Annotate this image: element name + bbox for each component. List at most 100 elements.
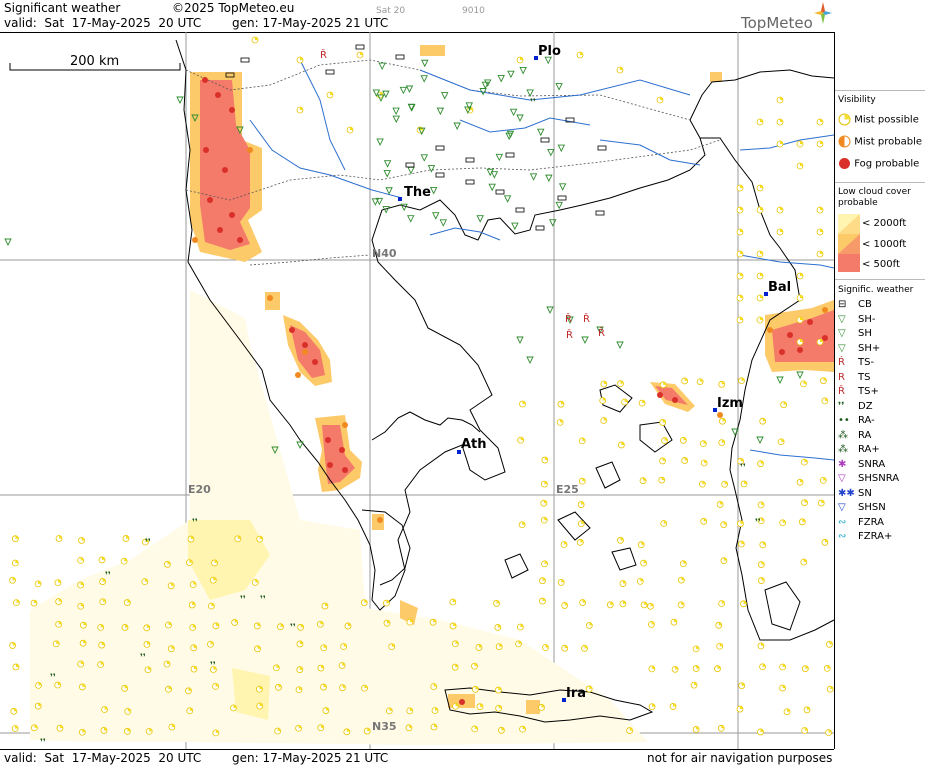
- shower-symbol: [537, 128, 545, 137]
- mist-symbol: [659, 419, 667, 426]
- mist-symbol: [560, 541, 568, 548]
- legend-sigwx-item: R TS: [838, 372, 870, 384]
- mist-symbol: [515, 640, 522, 648]
- mist-symbol: [30, 599, 38, 607]
- legend-fog-probable: Fog probable: [838, 157, 919, 171]
- legend-label: SH: [858, 328, 872, 339]
- mist-symbol: [360, 599, 368, 607]
- mist-symbol: [576, 51, 584, 59]
- shower-symbol: [526, 89, 534, 97]
- mist-symbol: [406, 707, 414, 715]
- mist-symbol: [452, 702, 459, 710]
- mist-symbol: [796, 272, 804, 280]
- mist-symbol: [783, 708, 791, 716]
- shower-symbol: [427, 165, 436, 173]
- mist-symbol: [736, 206, 744, 214]
- mist-symbol: [539, 597, 546, 605]
- mist-probable-symbol: [295, 372, 301, 378]
- mist-symbol: [78, 537, 85, 544]
- city-label-bal: Bal: [768, 280, 791, 295]
- legend-label: TS+: [858, 386, 879, 397]
- snow-icon: ✱✱: [838, 487, 855, 499]
- shower-symbol: [497, 75, 505, 83]
- mist-symbol: [756, 316, 764, 324]
- mist-symbol: [690, 681, 698, 689]
- mist-symbol: [681, 457, 689, 464]
- shower-symbol: [558, 183, 567, 191]
- shower-symbol: [383, 160, 392, 168]
- snow-rain-shower-icon: ▽: [838, 473, 846, 484]
- mist-symbol: [55, 535, 63, 542]
- mist-symbol: [538, 704, 545, 711]
- mist-symbol: [557, 579, 565, 586]
- mist-symbol: [256, 535, 264, 543]
- shower-symbol: [545, 174, 553, 183]
- mist-symbol: [756, 184, 764, 192]
- mist-symbol: [681, 377, 689, 385]
- weather-map[interactable]: Ř Ř Ř Ř Ř ❜❜ ❜❜ ❜❜ ❜❜ ❜❜ ❜❜ ❜❜ ❜❜ ❜❜ ❜❜ ❜❜ ❜❜ ❜❜ N40 N35 …: [0, 32, 835, 749]
- mist-symbol: [640, 601, 648, 609]
- mist-symbol: [99, 598, 107, 606]
- mist-symbol: [578, 437, 586, 445]
- mist-symbol: [740, 480, 748, 488]
- mist-symbol: [187, 535, 195, 543]
- grid-label-n35: N35: [372, 720, 397, 733]
- mist-symbol: [796, 140, 804, 148]
- fog-symbol: [203, 147, 209, 153]
- mist-symbol: [98, 556, 106, 564]
- mist-symbol: [316, 620, 324, 628]
- fog-symbol: [237, 237, 243, 243]
- mist-symbol: [207, 640, 214, 648]
- drizzle-symbol: ❜❜: [240, 595, 246, 605]
- mist-symbol: [800, 558, 808, 566]
- mist-symbol: [431, 707, 439, 714]
- mist-symbol: [756, 206, 764, 214]
- mist-symbol: [803, 706, 811, 714]
- mist-symbol: [495, 643, 503, 651]
- rain-icon: ⁂: [838, 429, 848, 441]
- mist-symbol: [736, 705, 744, 713]
- mist-symbol: [737, 520, 744, 528]
- shower-symbol: [476, 215, 484, 223]
- shower-icon: ▽: [838, 328, 846, 339]
- mist-symbol: [11, 559, 19, 567]
- mist-symbol: [452, 640, 459, 648]
- legend-cloud-500: < 500ft: [862, 259, 900, 270]
- mist-symbol: [820, 377, 827, 385]
- mist-symbol: [757, 728, 764, 736]
- mist-symbol: [801, 499, 808, 507]
- mist-symbol: [123, 599, 131, 606]
- drizzle-symbol: ❜❜: [755, 518, 761, 528]
- mist-symbol: [737, 540, 745, 548]
- mist-symbol: [12, 663, 20, 671]
- legend-sigwx-item: ⁂ RA: [838, 430, 871, 442]
- mist-symbol: [826, 640, 833, 648]
- thunderstorm-symbol: Ř: [583, 312, 590, 325]
- mist-symbol: [577, 520, 585, 528]
- mist-symbol: [661, 437, 668, 444]
- legend-cloud-1000: < 1000ft: [862, 239, 907, 250]
- mist-symbol: [640, 559, 647, 567]
- mist-symbol: [779, 519, 787, 527]
- shower-symbol: [519, 67, 527, 75]
- footer-valid-time: valid: Sat 17-May-2025 20 UTC: [4, 751, 202, 765]
- drizzle-symbol: ❜❜: [50, 673, 56, 683]
- fog-symbol: [222, 167, 228, 173]
- drizzle-symbol: ❜❜: [145, 538, 151, 548]
- footer-disclaimer: not for air navigation purposes: [647, 751, 833, 765]
- mist-symbol: [679, 436, 687, 444]
- shower-symbol: [756, 436, 764, 445]
- mist-symbol: [648, 665, 656, 673]
- shower-symbol: [436, 107, 445, 116]
- legend-visibility-title: Visibility: [838, 95, 876, 105]
- mist-symbol: [671, 665, 679, 673]
- mist-symbol: [817, 499, 825, 507]
- mist-symbol: [190, 644, 198, 652]
- mist-symbol: [295, 724, 302, 732]
- mist-symbol: [740, 600, 747, 608]
- compass-icon: [814, 2, 832, 24]
- mist-symbol: [388, 643, 396, 651]
- mist-symbol: [718, 439, 726, 447]
- mist-symbol: [579, 599, 587, 606]
- mist-symbol: [759, 663, 766, 671]
